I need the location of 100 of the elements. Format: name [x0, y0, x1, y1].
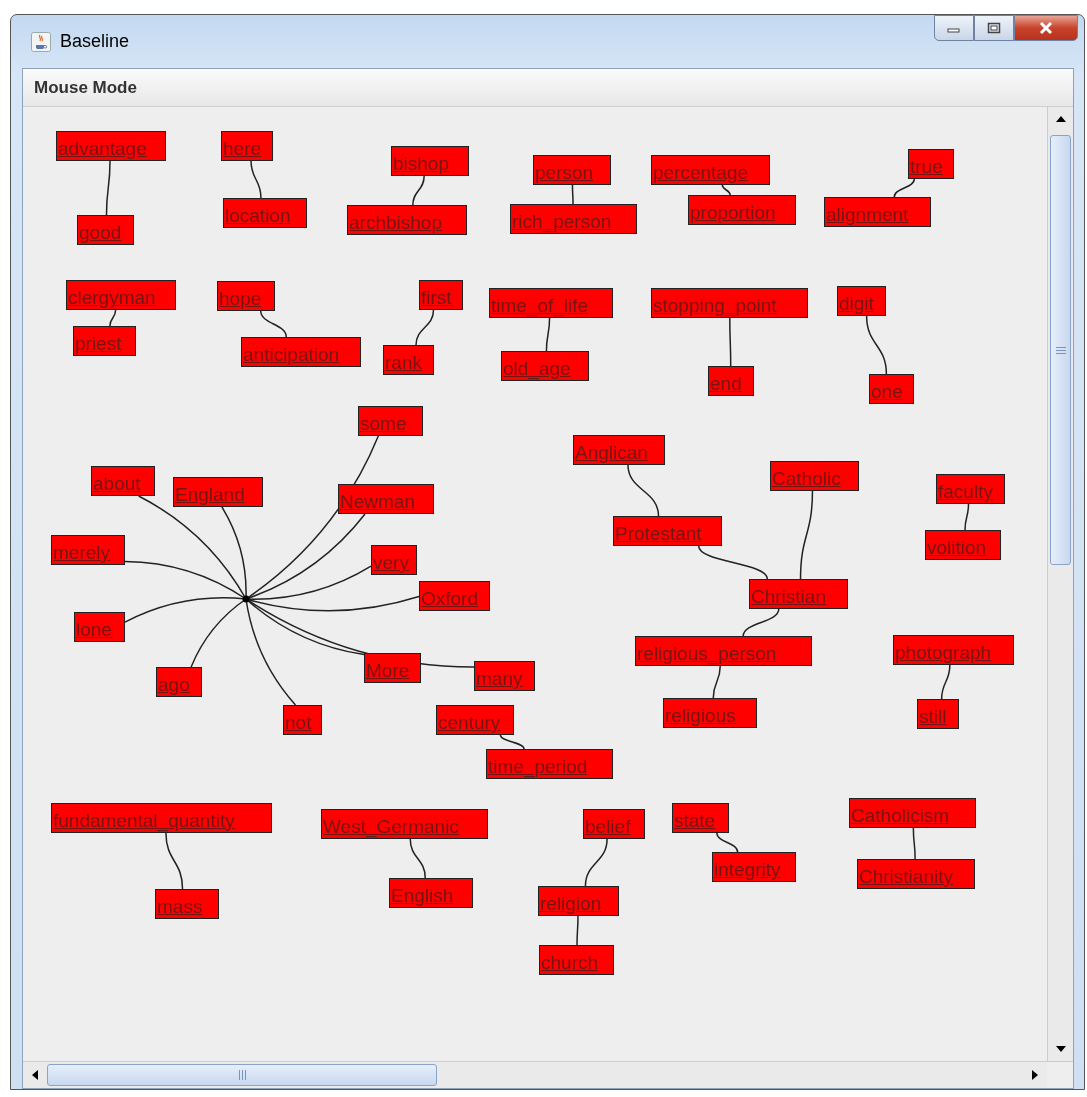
graph-node: integrity: [712, 852, 796, 882]
graph-node: not: [283, 705, 322, 735]
close-icon: [1038, 21, 1054, 35]
edge-line: [409, 838, 426, 879]
edge-line: [545, 317, 551, 352]
graph-node: Catholicism: [849, 798, 976, 828]
edge-line: [165, 832, 184, 890]
edge-line: [912, 827, 916, 860]
graph-node: priest: [73, 326, 136, 356]
grip-icon: [238, 1070, 246, 1080]
graph-node: one: [869, 374, 914, 404]
graph-node: Christianity: [857, 859, 975, 889]
graph-node: merely: [51, 535, 125, 565]
graph-node: church: [539, 945, 614, 975]
maximize-button[interactable]: [974, 15, 1014, 41]
vertical-scrollbar[interactable]: [1047, 107, 1073, 1061]
graph-node: hope: [217, 281, 275, 311]
hub-dot: [242, 595, 250, 603]
edge-line: [415, 309, 435, 346]
edge-line: [576, 915, 579, 946]
edge-line: [627, 464, 660, 517]
graph-node: still: [917, 699, 959, 729]
grip-icon: [1055, 346, 1066, 354]
graph-node: person: [533, 155, 611, 185]
graph-node: religious_person: [635, 636, 812, 666]
edge-line: [716, 832, 739, 853]
graph-node: anticipation: [241, 337, 361, 367]
graph-node: More: [364, 653, 421, 683]
graph-node: time_period: [486, 749, 613, 779]
graph-node: rank: [383, 345, 434, 375]
edge-line: [721, 184, 731, 196]
graph-node: England: [173, 477, 263, 507]
graph-node: here: [221, 131, 273, 161]
graph-node: clergyman: [66, 280, 176, 310]
graph-node: very: [371, 545, 417, 575]
graph-node: proportion: [688, 195, 796, 225]
graph-node: stopping_point: [651, 288, 808, 318]
edge-line: [412, 175, 425, 206]
edge-line: [893, 178, 916, 198]
graph-node: Oxford: [419, 581, 490, 611]
graph-node: digit: [837, 286, 886, 316]
graph-node: bishop: [391, 146, 469, 176]
graph-node: percentage: [651, 155, 770, 185]
down-arrow-icon[interactable]: [1055, 1046, 1066, 1052]
edge-line: [105, 160, 111, 216]
graph-node: advantage: [56, 131, 166, 161]
graph-node: alignment: [824, 197, 931, 227]
edge-line: [742, 608, 780, 637]
graph-node: end: [708, 366, 754, 396]
menu-item[interactable]: Mouse Mode: [34, 77, 137, 98]
edge-line: [697, 545, 769, 580]
edge-line: [940, 664, 951, 700]
graph-node: some: [358, 406, 423, 436]
graph-node: good: [77, 215, 134, 245]
close-button[interactable]: [1014, 15, 1078, 41]
graph-node: old_age: [501, 351, 589, 381]
graph-node: ago: [156, 667, 202, 697]
graph-node: faculty: [936, 474, 1005, 504]
maximize-icon: [987, 22, 1001, 34]
scroll-thumb[interactable]: [1050, 135, 1071, 565]
edge-line: [729, 317, 732, 367]
graph-node: time_of_life: [489, 288, 613, 318]
edge-line: [865, 315, 888, 375]
edge-line: [571, 184, 574, 205]
right-arrow-icon[interactable]: [1032, 1070, 1038, 1080]
graph-node: first: [419, 280, 463, 310]
graph-node: state: [672, 803, 729, 833]
horizontal-scrollbar[interactable]: [23, 1062, 1047, 1088]
graph-node: fundamental_quantity: [51, 803, 272, 833]
edge-line: [250, 160, 262, 199]
edge-line: [499, 734, 525, 750]
window-title: Baseline: [60, 31, 130, 52]
graph-node: Protestant: [613, 516, 722, 546]
graph-node: true: [908, 149, 954, 179]
up-arrow-icon[interactable]: [1055, 116, 1066, 122]
graph-node: century: [436, 705, 514, 735]
graph-node: belief: [583, 809, 645, 839]
scroll-thumb[interactable]: [47, 1064, 437, 1086]
left-arrow-icon[interactable]: [32, 1070, 38, 1080]
graph-node: about: [91, 466, 155, 496]
graph-node: Anglican: [573, 435, 665, 465]
graph-node: Catholic: [770, 461, 859, 491]
edge-line: [584, 838, 608, 887]
graph-node: West_Germanic: [321, 809, 488, 839]
edge-line: [109, 309, 117, 327]
graph-node: religion: [538, 886, 619, 916]
coffee-cup-icon: [31, 31, 51, 52]
graph-node: English: [389, 878, 473, 908]
graph-node: volition: [925, 530, 1001, 560]
edge-line: [260, 310, 287, 338]
edge-line: [712, 665, 721, 699]
graph-node: location: [223, 198, 307, 228]
graph-node: archbishop: [347, 205, 467, 235]
graph-node: rich_person: [510, 204, 637, 234]
graph-node: religious: [663, 698, 757, 728]
graph-node: Christian: [749, 579, 848, 609]
edge-line: [964, 503, 970, 531]
graph-node: many: [474, 661, 535, 691]
graph-node: photograph: [893, 635, 1014, 665]
graph-node: lone: [74, 612, 125, 642]
